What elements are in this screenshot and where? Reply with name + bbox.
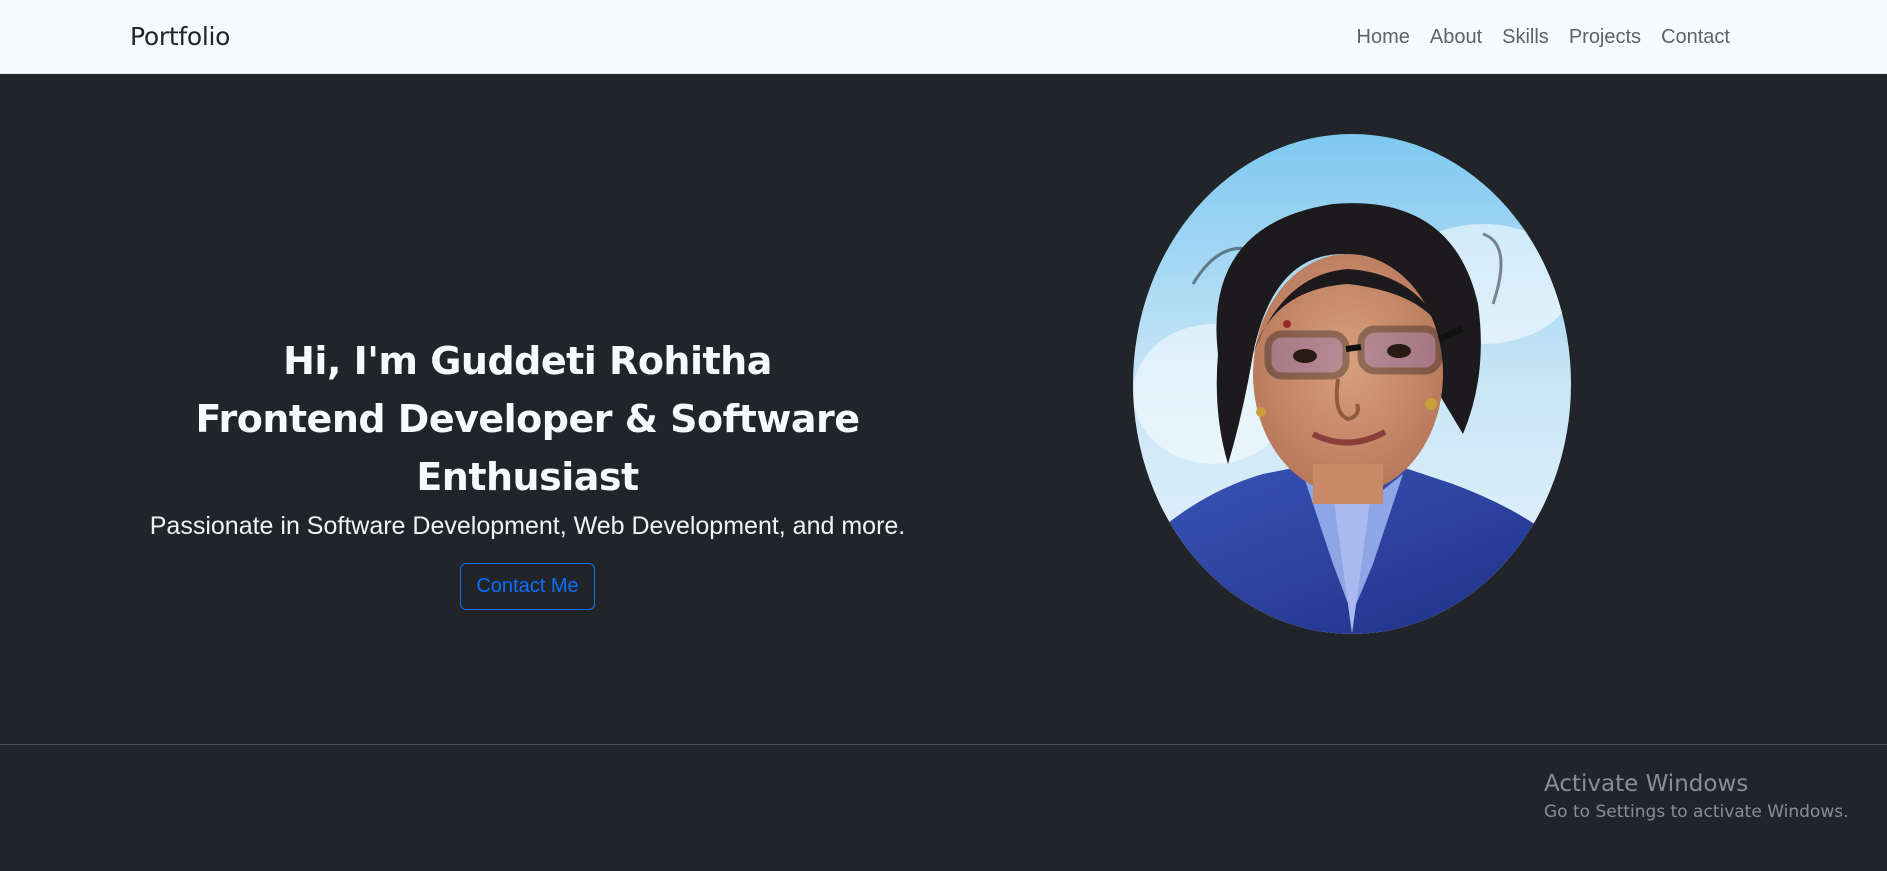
nav-links: Home About Skills Projects Contact bbox=[1347, 26, 1740, 49]
nav-link-about[interactable]: About bbox=[1420, 26, 1492, 49]
hero-section: Hi, I'm Guddeti Rohitha Frontend Develop… bbox=[0, 74, 1887, 744]
nav-link-home[interactable]: Home bbox=[1347, 26, 1420, 49]
hero-text: Hi, I'm Guddeti Rohitha Frontend Develop… bbox=[130, 332, 925, 610]
top-navbar: Portfolio Home About Skills Projects Con… bbox=[0, 0, 1887, 74]
hero-tagline: Passionate in Software Development, Web … bbox=[149, 512, 906, 540]
nav-link-contact[interactable]: Contact bbox=[1651, 26, 1740, 49]
brand-link[interactable]: Portfolio bbox=[130, 22, 230, 51]
watermark-subtitle: Go to Settings to activate Windows. bbox=[1544, 802, 1849, 822]
contact-me-button[interactable]: Contact Me bbox=[460, 563, 595, 610]
nav-link-skills[interactable]: Skills bbox=[1492, 26, 1559, 49]
nav-link-projects[interactable]: Projects bbox=[1559, 26, 1651, 49]
hero-greeting: Hi, I'm Guddeti Rohitha bbox=[283, 339, 772, 383]
watermark-title: Activate Windows bbox=[1544, 771, 1749, 797]
profile-photo bbox=[1133, 134, 1571, 634]
activate-windows-watermark: Activate Windows Go to Settings to activ… bbox=[1544, 770, 1849, 824]
hero-role: Frontend Developer & Software Enthusiast bbox=[195, 397, 860, 499]
